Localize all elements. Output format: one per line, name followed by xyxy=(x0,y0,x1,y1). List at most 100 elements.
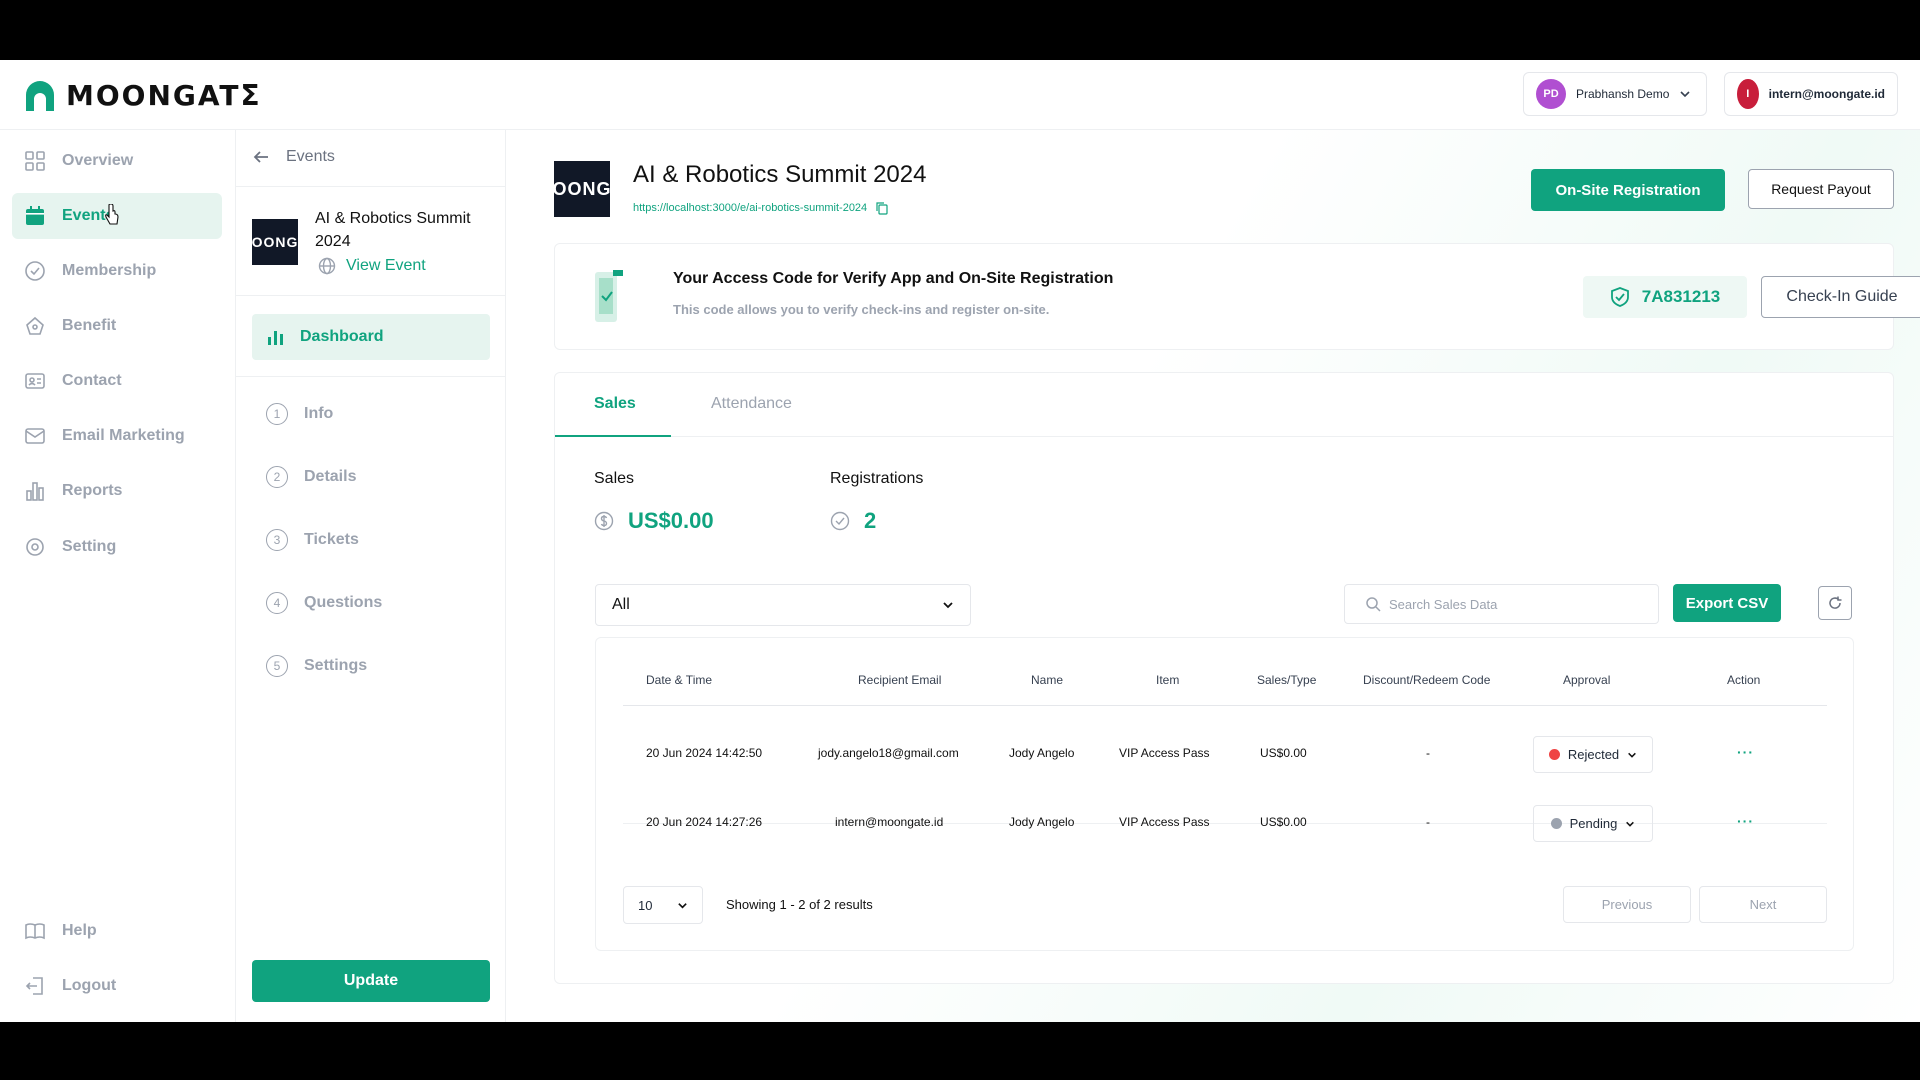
top-header: MOONGATΣ PD Prabhansh Demo I intern@moon… xyxy=(0,60,1920,130)
sidebar-item-email-marketing[interactable]: Email Marketing xyxy=(12,413,222,459)
checkin-guide-button[interactable]: Check-In Guide xyxy=(1761,276,1920,318)
cell-name: Jody Angelo xyxy=(1009,815,1075,829)
sales-stat: US$0.00 xyxy=(594,508,714,534)
search-box[interactable] xyxy=(1344,584,1659,624)
mail-icon xyxy=(24,425,46,447)
step-settings[interactable]: 5 Settings xyxy=(266,655,367,677)
page-size-select[interactable]: 10 xyxy=(623,886,703,924)
cell-code: - xyxy=(1426,815,1430,829)
arrow-left-icon xyxy=(253,151,268,163)
approval-status: Pending xyxy=(1569,816,1618,831)
step-label: Settings xyxy=(304,657,368,674)
status-dot xyxy=(1548,749,1560,760)
export-csv-button[interactable]: Export CSV xyxy=(1673,584,1781,622)
update-button[interactable]: Update xyxy=(252,960,490,1002)
dollar-circle-icon xyxy=(594,511,614,531)
user-email: intern@moongate.id xyxy=(1768,87,1885,101)
search-input[interactable] xyxy=(1389,596,1629,612)
event-name: AI & Robotics Summit 2024 xyxy=(315,210,471,250)
refresh-icon xyxy=(1829,596,1842,609)
sidebar-item-label: Setting xyxy=(62,538,117,555)
registrations-stat-value: 2 xyxy=(864,508,877,533)
gift-icon xyxy=(24,315,46,337)
brand-name: MOONGATΣ xyxy=(66,78,262,112)
dashboard-nav[interactable]: Dashboard xyxy=(252,314,490,360)
grid-icon xyxy=(24,150,46,172)
sidebar-item-benefit[interactable]: Benefit xyxy=(12,303,222,349)
chevron-down-icon xyxy=(943,602,953,609)
user-menu[interactable]: I intern@moongate.id xyxy=(1724,72,1898,116)
previous-page-button[interactable]: Previous xyxy=(1563,886,1691,923)
sidebar-item-reports[interactable]: Reports xyxy=(12,468,222,514)
filter-select[interactable]: All xyxy=(595,584,971,626)
sales-stat-value: US$0.00 xyxy=(628,508,714,533)
copy-icon[interactable] xyxy=(875,201,889,215)
globe-icon xyxy=(318,257,336,275)
tab-attendance[interactable]: Attendance xyxy=(711,395,792,413)
cell-code: - xyxy=(1426,746,1430,760)
cell-datetime: 20 Jun 2024 14:27:26 xyxy=(646,815,763,829)
cell-item: VIP Access Pass xyxy=(1119,746,1210,760)
tab-sales[interactable]: Sales xyxy=(594,395,636,413)
contact-card-icon xyxy=(24,370,46,392)
refresh-button[interactable] xyxy=(1818,586,1852,620)
chevron-down-icon xyxy=(1680,91,1690,98)
approval-status: Rejected xyxy=(1567,747,1620,762)
sidebar-item-help[interactable]: Help xyxy=(12,908,222,954)
results-count: Showing 1 - 2 of 2 results xyxy=(726,897,873,912)
sidebar-item-label: Membership xyxy=(62,262,157,279)
onsite-registration-button[interactable]: On-Site Registration xyxy=(1531,169,1725,211)
org-name: Prabhansh Demo xyxy=(1576,87,1670,101)
cell-sales: US$0.00 xyxy=(1260,815,1307,829)
sales-card: Sales Attendance Sales US$0.00 Registrat… xyxy=(554,372,1894,984)
sidebar-item-membership[interactable]: Membership xyxy=(12,248,222,294)
step-tickets[interactable]: 3 Tickets xyxy=(266,529,359,551)
column-header: Approval xyxy=(1563,673,1611,687)
book-icon xyxy=(24,920,46,942)
registrations-stat: 2 xyxy=(830,508,876,534)
cell-email: jody.angelo18@gmail.com xyxy=(818,746,959,760)
column-header: Name xyxy=(1031,673,1064,687)
back-to-events[interactable]: Events xyxy=(252,148,335,166)
next-page-button[interactable]: Next xyxy=(1699,886,1827,923)
step-questions[interactable]: 4 Questions xyxy=(266,592,382,614)
approval-dropdown[interactable]: Pending xyxy=(1533,805,1653,842)
moon-logo-icon xyxy=(26,81,54,111)
cell-datetime: 20 Jun 2024 14:42:50 xyxy=(646,746,763,760)
step-info[interactable]: 1 Info xyxy=(266,403,333,425)
column-header: Date & Time xyxy=(646,673,713,687)
column-header: Discount/Redeem Code xyxy=(1363,673,1491,687)
org-switcher[interactable]: PD Prabhansh Demo xyxy=(1523,72,1707,116)
row-actions-button[interactable]: ··· xyxy=(1737,744,1754,760)
request-payout-button[interactable]: Request Payout xyxy=(1748,169,1894,209)
sidebar-item-label: Contact xyxy=(62,372,122,389)
sidebar-item-overview[interactable]: Overview xyxy=(12,138,222,184)
event-panel: Events OONG AI & Robotics Summit 2024 Vi… xyxy=(236,130,506,1022)
status-dot xyxy=(1550,818,1562,829)
bar-chart-icon xyxy=(268,331,283,345)
tab-bar: Sales Attendance xyxy=(555,373,1893,437)
search-icon xyxy=(1366,597,1381,612)
sidebar-item-logout[interactable]: Logout xyxy=(12,963,222,1009)
step-number: 3 xyxy=(266,529,288,551)
event-card: OONG AI & Robotics Summit 2024 View Even… xyxy=(236,186,506,296)
sidebar-item-contact[interactable]: Contact xyxy=(12,358,222,404)
row-actions-button[interactable]: ··· xyxy=(1737,813,1754,829)
access-code-subtitle: This code allows you to verify check-ins… xyxy=(673,302,1050,317)
sidebar-item-label: Benefit xyxy=(62,317,117,334)
app-window: MOONGATΣ PD Prabhansh Demo I intern@moon… xyxy=(0,60,1920,1022)
sidebar-item-setting[interactable]: Setting xyxy=(12,524,222,570)
access-code-card: Your Access Code for Verify App and On-S… xyxy=(554,243,1920,350)
check-circle-icon xyxy=(830,511,850,531)
view-event-link[interactable]: View Event xyxy=(318,257,426,275)
sales-table: Date & Time Recipient Email Name Item Sa… xyxy=(595,637,1854,951)
step-number: 4 xyxy=(266,592,288,614)
event-url-text[interactable]: https://localhost:3000/e/ai-robotics-sum… xyxy=(633,202,867,214)
access-code-value[interactable]: 7A831213 xyxy=(1583,276,1747,318)
sidebar-item-label: Logout xyxy=(62,977,117,994)
step-details[interactable]: 2 Details xyxy=(266,466,356,488)
approval-dropdown[interactable]: Rejected xyxy=(1533,736,1653,773)
active-tab-indicator xyxy=(555,435,671,437)
main-sidebar: Overview Events Membership Benefit Conta… xyxy=(0,130,236,1022)
brand-logo[interactable]: MOONGATΣ xyxy=(22,77,262,113)
